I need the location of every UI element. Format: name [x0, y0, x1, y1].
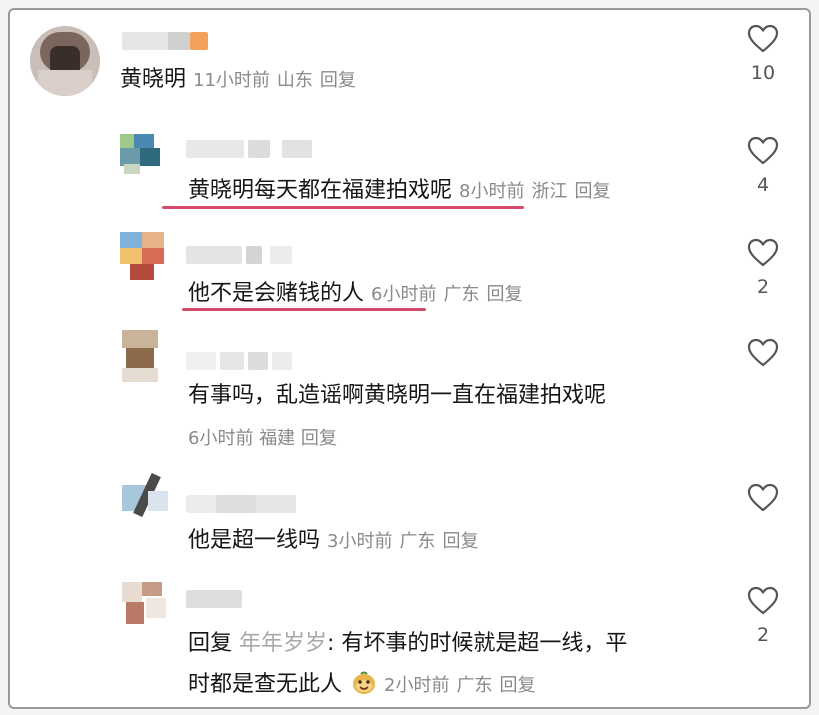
heart-outline-icon	[747, 238, 779, 267]
comment-item: 黄晓明每天都在福建拍戏呢 8小时前 浙江 回复 4	[10, 120, 809, 218]
like-count: 2	[756, 624, 770, 646]
comment-location: 广东	[399, 531, 436, 552]
comment-text: 时都是查无此人	[188, 672, 343, 697]
heart-outline-icon	[747, 338, 779, 367]
comment-time: 6小时前	[371, 284, 437, 305]
reply-button[interactable]: 回复	[499, 675, 535, 696]
username-blurred[interactable]	[186, 590, 242, 608]
like-count: 2	[756, 276, 770, 298]
reply-button[interactable]: 回复	[442, 531, 478, 552]
heart-outline-icon	[747, 483, 779, 512]
reply-button[interactable]: 回复	[574, 181, 610, 202]
comment-text: 黄晓明每天都在福建拍戏呢	[188, 178, 453, 203]
avatar[interactable]	[122, 330, 158, 382]
comment-time: 3小时前	[327, 531, 393, 552]
like-button[interactable]	[738, 338, 788, 376]
reply-to-user[interactable]: 年年岁岁	[239, 631, 327, 656]
reply-button[interactable]: 回复	[301, 428, 337, 449]
avatar[interactable]	[120, 134, 170, 174]
comment-time: 11小时前	[193, 70, 270, 91]
like-button[interactable]: 4	[738, 136, 788, 196]
comment-item: 有事吗，乱造谣啊黄晓明一直在福建拍戏呢 6小时前 福建 回复	[10, 322, 809, 462]
comment-line: 黄晓明每天都在福建拍戏呢 8小时前 浙江 回复	[188, 177, 610, 206]
like-count: 10	[750, 62, 776, 84]
like-button[interactable]: 10	[738, 24, 788, 84]
comment-item: 黄晓明 11小时前 山东 回复 10	[10, 10, 809, 115]
comment-item: 回复 年年岁岁: 有坏事的时候就是超一线，平 时都是查无此人 2小时前 广东 回…	[10, 572, 809, 707]
comment-text: 黄晓明	[120, 67, 187, 92]
username-blurred[interactable]	[186, 140, 316, 158]
comment-item: 他不是会赌钱的人 6小时前 广东 回复 2	[10, 220, 809, 318]
avatar[interactable]	[122, 473, 168, 519]
highlight-underline	[162, 206, 524, 209]
comment-line: 他是超一线吗 3小时前 广东 回复	[188, 527, 478, 556]
username-blurred[interactable]	[186, 495, 298, 513]
like-button[interactable]: 2	[738, 238, 788, 298]
comment-location: 浙江	[531, 181, 568, 202]
comment-meta: 6小时前 福建 回复	[188, 425, 337, 453]
smiling-face-emoji-icon	[353, 671, 376, 694]
comment-line: 回复 年年岁岁: 有坏事的时候就是超一线，平	[188, 630, 627, 658]
like-count: 4	[756, 174, 770, 196]
comment-time: 6小时前	[188, 428, 254, 449]
comment-text: 他不是会赌钱的人	[188, 281, 365, 306]
like-button[interactable]	[738, 483, 788, 521]
username-blurred[interactable]	[186, 246, 296, 264]
reply-button[interactable]: 回复	[320, 70, 356, 91]
comment-location: 广东	[443, 284, 480, 305]
reply-prefix: 回复	[188, 631, 233, 656]
comment-line: 黄晓明 11小时前 山东 回复	[120, 66, 356, 95]
comment-text: : 有坏事的时候就是超一线，平	[327, 631, 628, 656]
heart-outline-icon	[747, 136, 779, 165]
comment-line: 他不是会赌钱的人 6小时前 广东 回复	[188, 280, 522, 309]
comment-location: 福建	[259, 428, 296, 449]
avatar[interactable]	[30, 26, 100, 96]
comment-item: 他是超一线吗 3小时前 广东 回复	[10, 465, 809, 570]
comment-text: 有事吗，乱造谣啊黄晓明一直在福建拍戏呢	[188, 383, 607, 408]
heart-outline-icon	[747, 586, 779, 615]
comment-text: 他是超一线吗	[188, 528, 321, 553]
comment-list: 黄晓明 11小时前 山东 回复 10 黄晓明每天都在福建拍戏呢 8小时前 浙江	[8, 8, 811, 709]
comment-location: 山东	[276, 70, 313, 91]
comment-location: 广东	[456, 675, 493, 696]
comment-line: 时都是查无此人 2小时前 广东 回复	[188, 670, 535, 700]
username-blurred[interactable]	[186, 352, 296, 370]
avatar[interactable]	[122, 582, 170, 626]
avatar[interactable]	[120, 232, 164, 280]
like-button[interactable]: 2	[738, 586, 788, 646]
comment-time: 8小时前	[459, 181, 525, 202]
heart-outline-icon	[747, 24, 779, 53]
reply-button[interactable]: 回复	[486, 284, 522, 305]
highlight-underline	[182, 308, 426, 311]
comment-time: 2小时前	[384, 675, 450, 696]
username-blurred[interactable]	[122, 32, 212, 50]
